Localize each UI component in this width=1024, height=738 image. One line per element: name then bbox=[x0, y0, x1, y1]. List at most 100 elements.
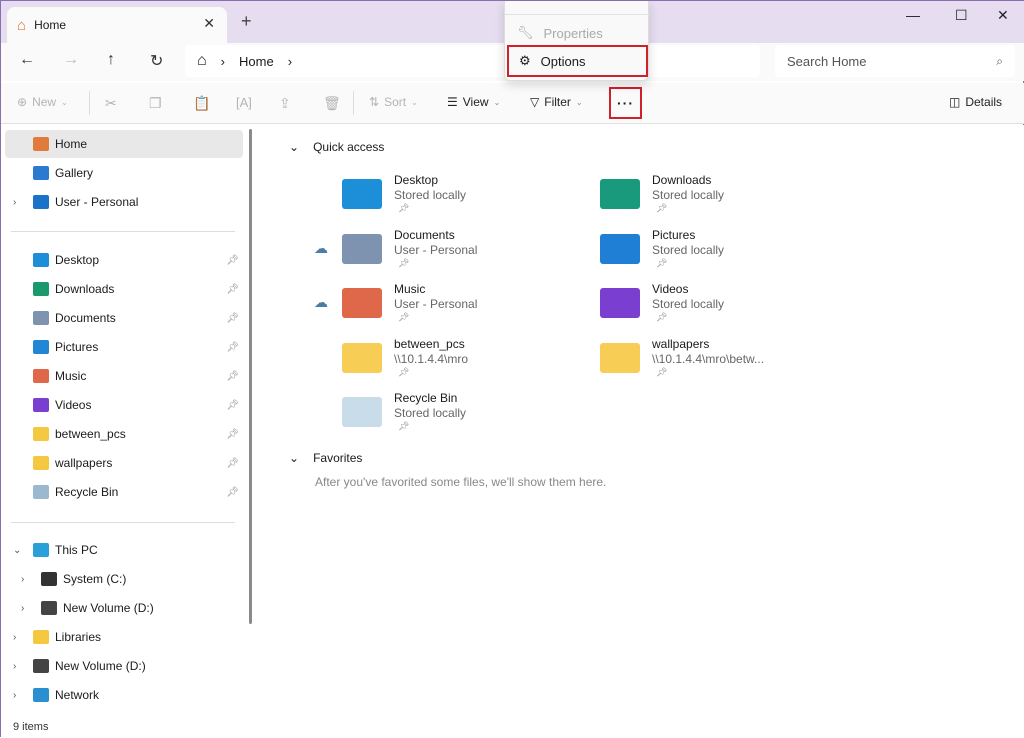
cloud-icon: ☁︎ bbox=[314, 239, 328, 256]
drive-icon bbox=[41, 601, 57, 615]
chevron-down-icon[interactable]: ⌄ bbox=[13, 545, 21, 556]
drive-icon bbox=[41, 572, 57, 586]
chevron-right-icon[interactable]: › bbox=[21, 603, 24, 614]
details-pane-icon: ◫ bbox=[949, 95, 961, 109]
forward-button[interactable]: → bbox=[63, 51, 79, 69]
sidebar-item[interactable]: Gallery bbox=[5, 159, 243, 187]
item-name: Documents bbox=[394, 227, 455, 242]
new-button[interactable]: ⊕ New ⌄ bbox=[17, 95, 68, 109]
paste-icon[interactable]: 📋 bbox=[193, 95, 210, 112]
quick-access-item[interactable]: ☁︎ Music User - Personal 📌︎ bbox=[314, 282, 582, 332]
view-icon: ☰ bbox=[447, 95, 458, 109]
close-tab-button[interactable]: ✕ bbox=[203, 15, 215, 32]
item-location: User - Personal bbox=[394, 297, 478, 311]
chevron-right-icon[interactable]: › bbox=[288, 54, 292, 69]
folder-icon bbox=[342, 233, 382, 264]
minimize-button[interactable]: — bbox=[906, 7, 920, 23]
back-button[interactable]: ← bbox=[19, 51, 35, 69]
sidebar-item[interactable]: Downloads 📌︎ bbox=[5, 275, 243, 303]
close-window-button[interactable]: ✕ bbox=[997, 7, 1009, 24]
pin-icon: 📌︎ bbox=[398, 421, 410, 431]
breadcrumb-home[interactable]: Home bbox=[239, 54, 274, 69]
sidebar-item[interactable]: › New Volume (D:) bbox=[5, 652, 243, 680]
quick-access-item[interactable]: Recycle Bin Stored locally 📌︎ bbox=[342, 391, 582, 441]
status-bar: 9 items bbox=[1, 718, 1024, 738]
up-button[interactable]: ↑ bbox=[107, 51, 115, 69]
quick-access-item[interactable]: Downloads Stored locally 📌︎ bbox=[600, 173, 840, 223]
sidebar-item[interactable]: › Network bbox=[5, 681, 243, 709]
quick-access-header[interactable]: ⌄ Quick access bbox=[289, 140, 384, 154]
pin-icon: 📌︎ bbox=[226, 312, 239, 324]
filter-label: Filter bbox=[544, 95, 571, 109]
sidebar-item[interactable]: › User - Personal bbox=[5, 188, 243, 216]
item-location: Stored locally bbox=[394, 406, 467, 420]
home-icon[interactable]: ⌂ bbox=[197, 52, 207, 70]
cut-icon[interactable]: ✂ bbox=[105, 95, 117, 112]
quick-access-item[interactable]: between_pcs \\10.1.4.4\mro 📌︎ bbox=[342, 337, 582, 387]
maximize-button[interactable]: ☐ bbox=[955, 7, 968, 24]
sidebar-item[interactable]: Home bbox=[5, 130, 243, 158]
quick-access-item[interactable]: wallpapers \\10.1.4.4\mro\betw... 📌︎ bbox=[600, 337, 840, 387]
chevron-right-icon[interactable]: › bbox=[13, 690, 16, 701]
refresh-button[interactable]: ↻ bbox=[150, 51, 163, 71]
rename-icon[interactable]: [A] bbox=[236, 95, 252, 110]
sort-button[interactable]: ⇅ Sort ⌄ bbox=[369, 95, 418, 109]
item-name: Pictures bbox=[652, 227, 696, 242]
favorites-header[interactable]: ⌄ Favorites bbox=[289, 451, 362, 465]
item-name: between_pcs bbox=[394, 336, 465, 351]
copy-icon[interactable]: ❐ bbox=[149, 95, 162, 112]
sidebar-item[interactable]: Desktop 📌︎ bbox=[5, 246, 243, 274]
search-input[interactable]: Search Home ⌕ bbox=[775, 45, 1015, 77]
sidebar-item[interactable]: Videos 📌︎ bbox=[5, 391, 243, 419]
menu-item-options[interactable]: ⚙ Options bbox=[507, 45, 648, 77]
details-button[interactable]: ◫ Details bbox=[949, 95, 1002, 109]
sidebar-item[interactable]: › New Volume (D:) bbox=[5, 594, 243, 622]
tab-home[interactable]: ⌂ Home ✕ bbox=[7, 7, 227, 43]
chevron-right-icon[interactable]: › bbox=[221, 54, 225, 69]
quick-access-item[interactable]: Videos Stored locally 📌︎ bbox=[600, 282, 840, 332]
delete-icon[interactable]: 🗑 bbox=[323, 95, 341, 112]
sidebar-item[interactable]: Pictures 📌︎ bbox=[5, 333, 243, 361]
quick-access-item[interactable]: ☁︎ Documents User - Personal 📌︎ bbox=[314, 227, 582, 278]
sidebar-item[interactable]: › System (C:) bbox=[5, 565, 243, 593]
item-name: Desktop bbox=[394, 173, 439, 187]
folder-icon bbox=[342, 397, 382, 427]
pin-icon: 📌︎ bbox=[226, 254, 239, 266]
navigation-pane: Home Gallery › User - Personal Desktop 📌︎ Down… bbox=[1, 125, 251, 718]
divider bbox=[11, 231, 235, 232]
wrench-icon: 🔧︎ bbox=[517, 25, 534, 40]
chevron-right-icon[interactable]: › bbox=[13, 197, 16, 208]
filter-button[interactable]: ▽ Filter ⌄ bbox=[530, 95, 583, 109]
item-name: Recycle Bin bbox=[394, 391, 458, 405]
sidebar-item[interactable]: between_pcs 📌︎ bbox=[5, 420, 243, 448]
menu-item-properties[interactable]: 🔧︎ Properties bbox=[507, 19, 648, 47]
sidebar-scrollbar[interactable] bbox=[249, 129, 252, 624]
sidebar-item-label: Documents bbox=[55, 311, 116, 325]
address-bar[interactable]: ⌂ › Home › bbox=[185, 45, 760, 77]
pin-icon: 📌︎ bbox=[398, 366, 410, 377]
folder-icon bbox=[33, 485, 49, 499]
folder-icon bbox=[33, 427, 49, 441]
folder-icon bbox=[342, 288, 382, 318]
chevron-right-icon[interactable]: › bbox=[21, 574, 24, 585]
chevron-right-icon[interactable]: › bbox=[13, 661, 16, 672]
new-tab-button[interactable]: + bbox=[241, 11, 252, 32]
folder-icon bbox=[33, 398, 49, 412]
quick-access-item[interactable]: Pictures Stored locally 📌︎ bbox=[600, 228, 840, 278]
quick-access-item[interactable]: Desktop Stored locally 📌︎ bbox=[342, 173, 582, 223]
sidebar-item[interactable]: Recycle Bin 📌︎ bbox=[5, 478, 243, 506]
folder-icon bbox=[33, 340, 49, 354]
favorites-label: Favorites bbox=[313, 451, 363, 465]
sidebar-item[interactable]: › Libraries bbox=[5, 623, 243, 651]
see-more-menu: 🔧︎ Properties ⚙ Options bbox=[504, 1, 650, 81]
sidebar-item[interactable]: Documents 📌︎ bbox=[5, 304, 243, 332]
chevron-right-icon[interactable]: › bbox=[13, 632, 16, 643]
view-button[interactable]: ☰ View ⌄ bbox=[447, 95, 500, 109]
item-location: Stored locally bbox=[652, 297, 725, 311]
drive-icon bbox=[33, 630, 49, 644]
see-more-button[interactable]: ··· bbox=[609, 87, 642, 119]
sidebar-item[interactable]: Music 📌︎ bbox=[5, 362, 243, 390]
sidebar-item[interactable]: ⌄ This PC bbox=[5, 536, 243, 564]
sidebar-item[interactable]: wallpapers 📌︎ bbox=[5, 449, 243, 477]
share-icon[interactable]: ⇪ bbox=[279, 95, 291, 112]
